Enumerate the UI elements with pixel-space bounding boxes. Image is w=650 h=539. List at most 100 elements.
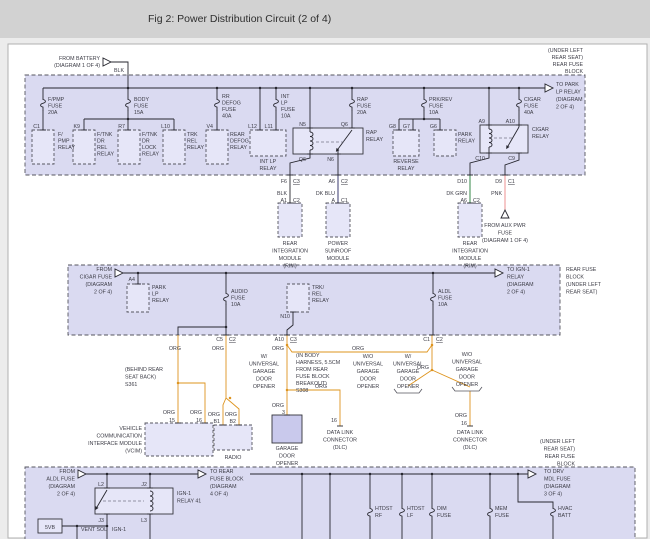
junction-dot: [430, 472, 434, 476]
label: TO IGN-1: [507, 267, 530, 273]
label: REAR SEAT): [566, 290, 598, 296]
label: DK GRN: [446, 191, 467, 197]
label: FUSE: [524, 104, 539, 110]
label: BLOCK: [557, 462, 575, 468]
garage-door-opener-box: [271, 414, 303, 444]
rear-integration-module-box-1: [277, 202, 303, 238]
label: 2 OF 4): [556, 105, 574, 111]
label: ORG: [315, 384, 327, 390]
label: RR: [222, 94, 230, 100]
label: BODY: [134, 97, 149, 103]
label: C2: [293, 198, 300, 204]
label: ORG: [212, 346, 224, 352]
junction-dot: [176, 381, 180, 385]
junction-dot: [215, 86, 219, 90]
label: L12: [248, 124, 257, 130]
label: CONNECTOR: [323, 438, 357, 444]
label: FUSE: [438, 296, 453, 302]
label: INTEGRATION: [272, 249, 308, 255]
label: RELAY: [532, 134, 549, 140]
label: BLOCK: [566, 275, 584, 281]
label: RELAY: [142, 152, 159, 158]
label: 40A: [524, 110, 534, 116]
label: OPENER: [276, 461, 299, 467]
label: FUSE: [48, 104, 63, 110]
label: 2 OF 4): [507, 290, 525, 296]
wiring-diagram-canvas: (UNDER LEFTREAR SEAT)REAR FUSEBLOCKFROM …: [7, 43, 648, 539]
label: MEM: [495, 506, 507, 512]
label: DOOR: [279, 454, 295, 460]
ftnk-dr-rel-relay-box: [72, 129, 96, 165]
label: FROM AUX PWR: [484, 223, 526, 229]
label: REAR: [463, 241, 478, 247]
label: B1: [214, 419, 221, 425]
label: C1: [508, 179, 515, 185]
label: UNIVERSAL: [353, 362, 383, 368]
label: (VCIM): [125, 449, 142, 455]
label: A9: [479, 119, 486, 125]
label: FUSE: [437, 513, 452, 519]
label: RELAY: [58, 145, 75, 151]
label: POWER: [328, 241, 348, 247]
label: 3: [282, 410, 285, 416]
label: (DIAGRAM: [49, 484, 76, 490]
label: F/PMP: [48, 97, 65, 103]
label: HVAC: [558, 506, 572, 512]
label: UNIVERSAL: [249, 362, 279, 368]
label: REAR FUSE: [553, 62, 584, 68]
label: C3: [293, 179, 300, 185]
label: N10: [280, 314, 290, 320]
label: W/: [405, 354, 412, 360]
label: (IN BODY: [296, 353, 320, 359]
label: BLOCK: [565, 69, 583, 75]
label: D10: [457, 179, 467, 185]
label: C2: [341, 179, 348, 185]
label: (UNDER LEFT: [540, 439, 576, 445]
label: BLK: [277, 191, 287, 197]
label: FROM REAR: [296, 367, 328, 373]
junction-dot: [148, 472, 152, 476]
junction-dot: [422, 86, 426, 90]
label: RELAY: [260, 166, 277, 172]
label: FUSE BLOCK: [296, 374, 330, 380]
rap-relay-box: [292, 127, 364, 155]
label: ORG: [455, 413, 467, 419]
label: (BEHIND REAR: [125, 367, 163, 373]
label: FUSE: [429, 104, 444, 110]
label: FROM: [96, 267, 112, 273]
label: LF: [407, 513, 414, 519]
label: OPENER: [397, 384, 420, 390]
label: ORG: [190, 410, 202, 416]
label: HTDST: [375, 506, 393, 512]
label: BATT: [558, 513, 572, 519]
label: B2: [230, 419, 237, 425]
label: RADIO: [225, 455, 242, 461]
label: TRK: [187, 132, 198, 138]
label: OPENER: [357, 384, 380, 390]
label: F/: [58, 132, 63, 138]
label: (DIAGRAM: [544, 484, 571, 490]
label: RELAY: [398, 166, 415, 172]
label: 10A: [231, 302, 241, 308]
label: IGN-1: [112, 527, 126, 533]
label: C3: [290, 337, 297, 343]
junction-dot: [274, 86, 278, 90]
power-sunroof-module-box: [325, 202, 351, 238]
label: RAP: [366, 130, 377, 136]
label: FROM: [59, 469, 75, 475]
label: FUSE BLOCK: [210, 477, 244, 483]
label: N5: [299, 122, 306, 128]
label: 10A: [438, 302, 448, 308]
label: REAR FUSE: [566, 267, 597, 273]
label: ALDL: [438, 289, 451, 295]
label: (UNDER LEFT: [566, 282, 602, 288]
junction-dot: [136, 271, 140, 275]
label: PARK: [152, 285, 166, 291]
label: BLK: [114, 68, 124, 74]
label: A4: [129, 277, 136, 283]
junction-dot: [350, 86, 354, 90]
label: REAR FUSE: [545, 454, 576, 460]
label: L3: [141, 518, 147, 524]
label: LP: [281, 101, 288, 107]
label: N6: [327, 157, 334, 163]
